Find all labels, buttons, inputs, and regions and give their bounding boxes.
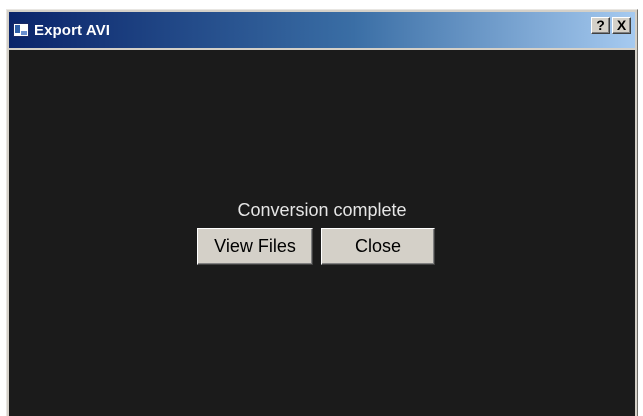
window-title: Export AVI — [34, 21, 111, 39]
close-button[interactable]: Close — [321, 228, 435, 265]
action-buttons: View Files Close — [3, 228, 629, 265]
help-button[interactable]: ? — [591, 17, 610, 34]
title-close-button[interactable]: X — [612, 17, 631, 34]
status-message: Conversion complete — [237, 200, 407, 220]
title-bar-buttons: ? X — [591, 17, 631, 34]
export-avi-dialog: Export AVI ? X Conversion complete View … — [6, 9, 638, 416]
app-window-icon — [13, 23, 29, 37]
dialog-content: Conversion complete View Files Close — [9, 50, 635, 416]
title-bar[interactable]: Export AVI ? X — [9, 12, 635, 48]
view-files-button[interactable]: View Files — [197, 228, 313, 265]
